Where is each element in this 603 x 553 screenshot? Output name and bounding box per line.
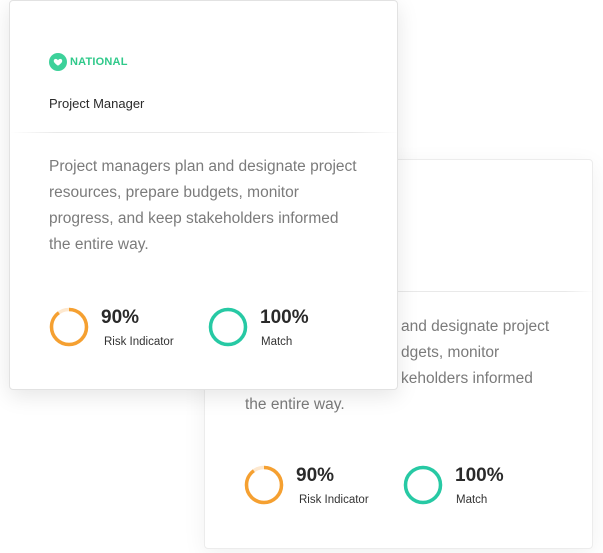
desc-line: the entire way. <box>49 236 149 253</box>
stage: and designate project dgets, monitor keh… <box>0 0 603 553</box>
desc-line: Project managers plan and designate proj… <box>49 158 357 175</box>
desc-line: progress, and keep stakeholders informed <box>49 210 339 227</box>
badge-label: NATIONAL <box>70 56 128 68</box>
risk-value: 90% <box>296 465 335 486</box>
match-value: 100% <box>455 465 504 486</box>
risk-label: Risk Indicator <box>299 494 369 506</box>
job-description: Project managers plan and designate proj… <box>49 154 394 258</box>
heart-icon <box>49 53 67 71</box>
risk-progress-ring <box>244 465 284 505</box>
match-label: Match <box>261 336 293 348</box>
match-value: 100% <box>260 307 309 328</box>
match-progress-ring <box>208 307 248 347</box>
job-title[interactable]: Project Manager <box>49 96 144 111</box>
risk-value: 90% <box>101 307 140 328</box>
desc-line: resources, prepare budgets, monitor <box>49 184 299 201</box>
job-card-front[interactable]: NATIONAL Project Manager Project manager… <box>9 0 399 390</box>
national-badge: NATIONAL <box>49 53 128 71</box>
risk-progress-ring <box>49 307 89 347</box>
risk-label: Risk Indicator <box>104 336 174 348</box>
desc-line: the entire way. <box>245 396 345 413</box>
match-progress-ring <box>403 465 443 505</box>
match-label: Match <box>456 494 488 506</box>
card-divider <box>10 132 399 133</box>
